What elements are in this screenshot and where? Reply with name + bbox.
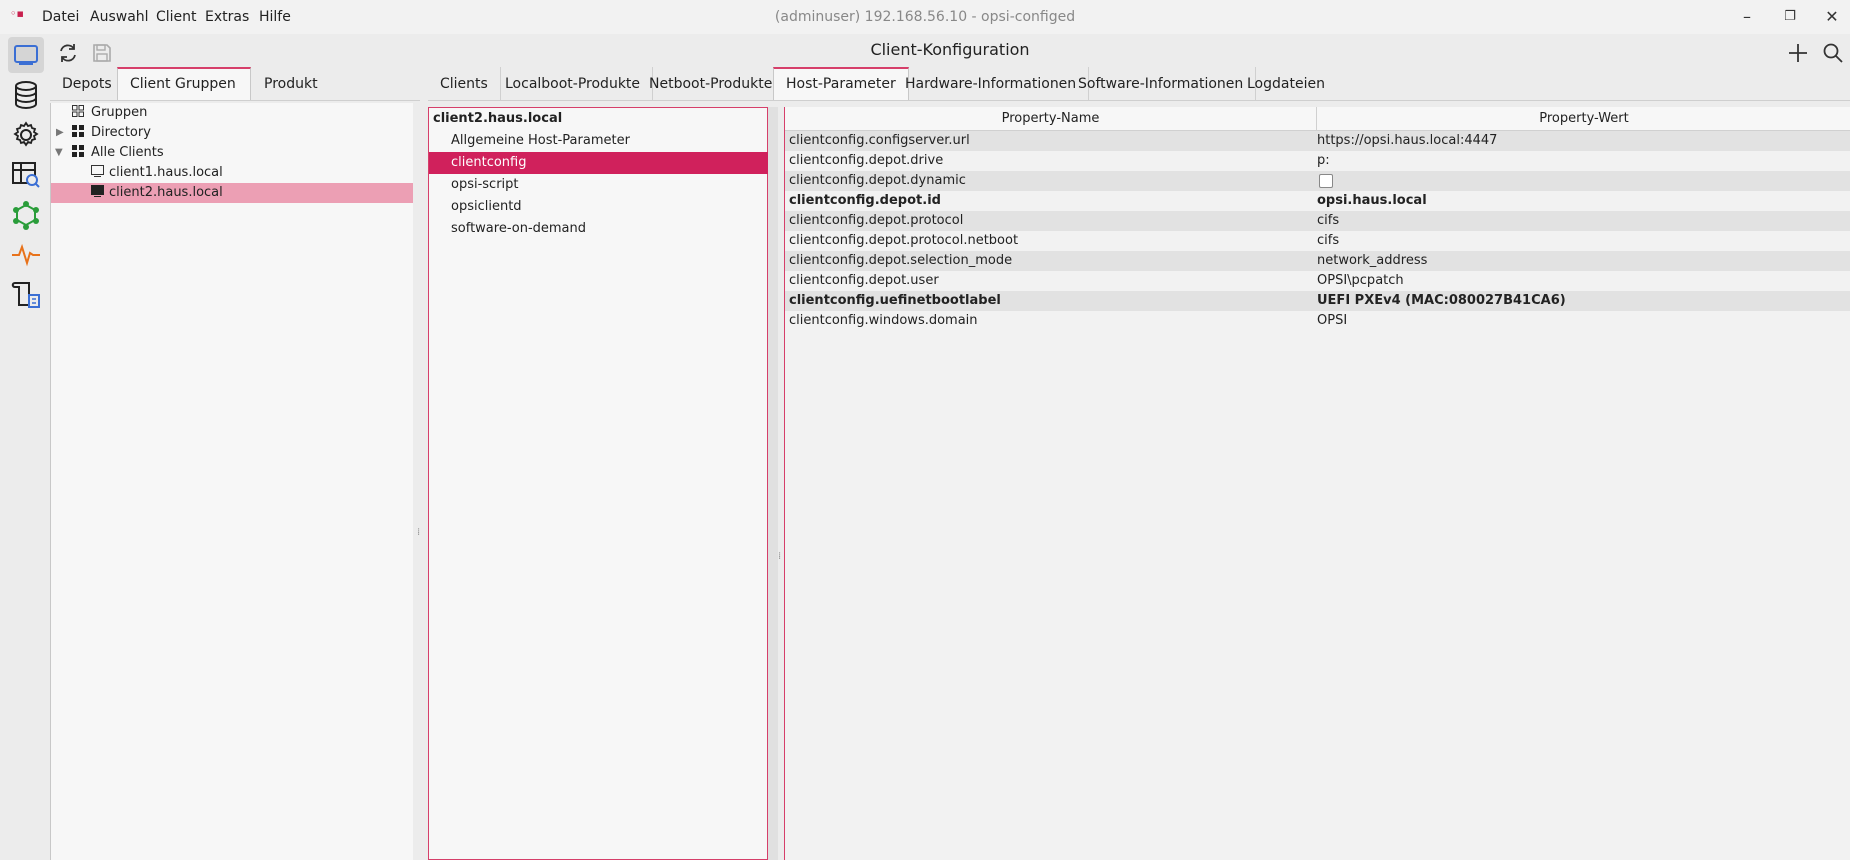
property-value-cell	[1317, 171, 1850, 191]
property-name: clientconfig.uefinetbootlabel	[785, 291, 1317, 311]
category-item-selected[interactable]: clientconfig	[429, 152, 789, 174]
table-row[interactable]: clientconfig.depot.selection_mode networ…	[785, 251, 1850, 271]
health-pulse-icon[interactable]	[8, 237, 44, 273]
property-value[interactable]: UEFI PXEv4 (MAC:080027B41CA6)	[1317, 291, 1850, 311]
client-group-tree: Gruppen ▶ Directory ▼ Alle Clients clien…	[50, 103, 414, 860]
icon-sidebar	[0, 34, 50, 860]
column-header-property-value[interactable]: Property-Wert	[1317, 107, 1850, 131]
property-name: clientconfig.depot.drive	[789, 153, 944, 168]
table-search-icon[interactable]	[8, 157, 44, 193]
grid-filled-icon	[72, 143, 84, 163]
tree-item-client2[interactable]: client2.haus.local	[51, 183, 414, 203]
tab-client-gruppen[interactable]: Client Gruppen ✓	[117, 67, 251, 124]
tab-logdateien[interactable]: Logdateien	[1235, 67, 1337, 101]
add-icon[interactable]	[1783, 38, 1813, 68]
table-row[interactable]: clientconfig.depot.user OPSI\pcpatch	[785, 271, 1850, 291]
tab-label: Software-Informationen	[1078, 76, 1244, 92]
property-name: clientconfig.depot.selection_mode	[785, 251, 1317, 271]
expand-arrow-icon[interactable]: ▶	[56, 123, 64, 143]
tab-divider	[50, 100, 420, 101]
tab-host-parameter[interactable]: Host-Parameter	[773, 67, 909, 101]
table-row[interactable]: clientconfig.uefinetbootlabel UEFI PXEv4…	[785, 291, 1850, 311]
table-row[interactable]: clientconfig.windows.domain OPSI	[785, 311, 1850, 331]
table-row[interactable]: clientconfig.depot.dynamic	[785, 171, 1850, 191]
tab-hardware-informationen[interactable]: Hardware-Informationen	[893, 67, 1090, 101]
property-name: clientconfig.depot.dynamic	[785, 171, 1317, 191]
property-value[interactable]: opsi.haus.local	[1317, 191, 1850, 211]
unchecked-checkbox[interactable]	[1319, 174, 1333, 188]
monitor-filled-icon	[91, 183, 104, 203]
tree-item-client1[interactable]: client1.haus.local	[51, 163, 414, 183]
collapse-arrow-icon[interactable]: ▼	[55, 143, 63, 163]
property-value[interactable]: OPSI\pcpatch	[1317, 271, 1850, 291]
property-value[interactable]: cifs	[1317, 211, 1850, 231]
tree-item-label: client2.haus.local	[109, 185, 223, 200]
search-icon[interactable]	[1818, 38, 1848, 68]
tab-produkt-gruppen[interactable]: Produkt Gruppen	[252, 67, 394, 126]
column-header-property-name[interactable]: Property-Name	[785, 107, 1317, 131]
property-value[interactable]: p:	[1317, 151, 1850, 171]
tree-item-directory[interactable]: ▶ Directory	[51, 123, 414, 143]
category-item[interactable]: opsiclientd	[429, 196, 789, 218]
tree-item-gruppen[interactable]: Gruppen	[51, 103, 414, 123]
tab-software-informationen[interactable]: Software-Informationen	[1066, 67, 1257, 101]
property-name: clientconfig.depot.protocol.netboot	[789, 233, 1019, 248]
tab-label: Host-Parameter	[786, 76, 896, 92]
tab-label: Depots	[62, 76, 112, 92]
tree-item-label: Gruppen	[91, 105, 148, 120]
title-bar: ◦▪ Datei Auswahl Client Extras Hilfe (ad…	[0, 0, 1850, 34]
database-icon[interactable]	[8, 77, 44, 113]
property-value[interactable]: https://opsi.haus.local:4447	[1317, 131, 1850, 151]
page-title: Client-Konfiguration	[870, 40, 1030, 59]
table-row[interactable]: clientconfig.depot.drive p:	[785, 151, 1850, 171]
terminal-docs-icon[interactable]	[8, 277, 44, 313]
tab-divider	[428, 100, 1850, 101]
grid-icon	[72, 103, 84, 123]
splitter-handle[interactable]: ⁞	[413, 103, 428, 860]
tab-label: Logdateien	[1247, 76, 1325, 92]
property-name: clientconfig.depot.id	[789, 193, 941, 208]
property-value[interactable]: network_address	[1317, 251, 1850, 271]
property-name: clientconfig.depot.user	[789, 273, 939, 288]
table-row[interactable]: clientconfig.configserver.url https://op…	[785, 131, 1850, 151]
grip-icon: ⁞	[778, 551, 782, 562]
property-value[interactable]: OPSI	[1317, 311, 1850, 331]
tab-clients[interactable]: Clients	[428, 67, 501, 101]
table-row[interactable]: clientconfig.depot.protocol cifs	[785, 211, 1850, 231]
tree-item-label: Directory	[91, 125, 151, 140]
property-name: clientconfig.depot.protocol	[785, 211, 1317, 231]
grip-icon: ⁞	[417, 527, 421, 538]
tab-localboot-produkte[interactable]: Localboot-Produkte	[493, 67, 654, 101]
tab-netboot-produkte[interactable]: Netboot-Produkte	[637, 67, 786, 101]
tab-label: Client Gruppen	[130, 76, 236, 92]
table-row[interactable]: clientconfig.depot.id opsi.haus.local	[785, 191, 1850, 211]
grid-filled-icon	[72, 123, 84, 143]
property-name: clientconfig.windows.domain	[789, 313, 978, 328]
restore-button[interactable]: ❐	[1775, 5, 1805, 29]
gear-icon[interactable]	[8, 117, 44, 153]
tree-item-label: Alle Clients	[91, 145, 164, 160]
table-row[interactable]: clientconfig.depot.protocol.netboot cifs	[785, 231, 1850, 251]
minimize-button[interactable]: –	[1732, 5, 1762, 29]
category-item[interactable]: Allgemeine Host-Parameter	[429, 130, 789, 152]
category-item[interactable]: opsi-script	[429, 174, 789, 196]
tree-item-label: client1.haus.local	[109, 165, 223, 180]
property-value[interactable]: cifs	[1317, 231, 1850, 251]
tab-label: Hardware-Informationen	[905, 76, 1077, 92]
client-header: client2.haus.local	[433, 111, 563, 126]
host-parameter-category-list: client2.haus.local Allgemeine Host-Param…	[428, 107, 789, 860]
close-button[interactable]: ✕	[1817, 5, 1847, 29]
tab-label: Localboot-Produkte	[505, 76, 641, 92]
monitor-icon	[91, 163, 104, 183]
property-table: Property-Name Property-Wert clientconfig…	[784, 107, 1850, 860]
scrollbar[interactable]	[768, 107, 778, 860]
window-title: (adminuser) 192.168.56.10 - opsi-confige…	[774, 9, 1076, 25]
network-hexagon-icon[interactable]	[8, 197, 44, 233]
property-name: clientconfig.configserver.url	[785, 131, 1317, 151]
tree-item-alle-clients[interactable]: ▼ Alle Clients	[51, 143, 414, 163]
tab-label: Clients	[440, 76, 488, 92]
tab-label: Netboot-Produkte	[649, 76, 773, 92]
tab-depots[interactable]: Depots	[50, 67, 125, 101]
category-item[interactable]: software-on-demand	[429, 218, 789, 240]
